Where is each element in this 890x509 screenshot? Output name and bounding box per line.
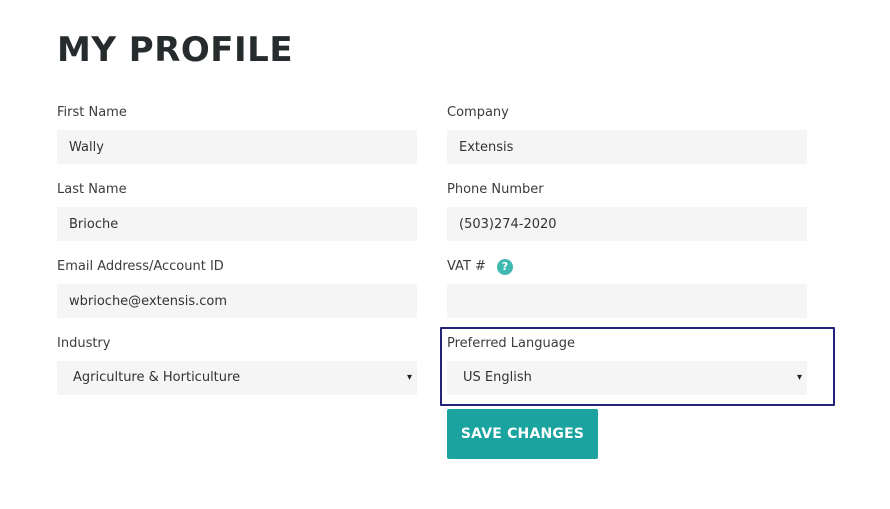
vat-group: VAT # ? [447, 258, 807, 318]
phone-number-input[interactable] [447, 207, 807, 241]
first-name-group: First Name [57, 104, 417, 164]
preferred-language-selected-value: US English [463, 370, 532, 385]
phone-number-group: Phone Number [447, 181, 807, 241]
company-label: Company [447, 105, 509, 120]
industry-selected-value: Agriculture & Horticulture [73, 370, 241, 385]
chevron-down-icon: ▾ [406, 372, 412, 383]
preferred-language-label: Preferred Language [447, 336, 575, 351]
vat-label-row: VAT # ? [447, 258, 807, 276]
last-name-group: Last Name [57, 181, 417, 241]
page-title: MY PROFILE [57, 30, 294, 70]
phone-number-label: Phone Number [447, 182, 544, 197]
help-icon[interactable]: ? [496, 259, 513, 275]
first-name-label: First Name [57, 105, 127, 120]
vat-label: VAT # [447, 259, 486, 274]
email-label: Email Address/Account ID [57, 259, 224, 274]
email-input[interactable] [57, 284, 417, 318]
preferred-language-group: Preferred Language US English ▾ [447, 335, 807, 395]
chevron-down-icon: ▾ [796, 372, 802, 383]
industry-label: Industry [57, 336, 111, 351]
vat-input[interactable] [447, 284, 807, 318]
email-group: Email Address/Account ID [57, 258, 417, 318]
company-group: Company [447, 104, 807, 164]
preferred-language-select[interactable]: US English ▾ [447, 361, 807, 395]
last-name-label: Last Name [57, 182, 127, 197]
company-input[interactable] [447, 130, 807, 164]
last-name-input[interactable] [57, 207, 417, 241]
first-name-input[interactable] [57, 130, 417, 164]
industry-select[interactable]: Agriculture & Horticulture ▾ [57, 361, 417, 395]
save-changes-button[interactable]: SAVE CHANGES [447, 409, 598, 459]
industry-group: Industry Agriculture & Horticulture ▾ [57, 335, 417, 395]
